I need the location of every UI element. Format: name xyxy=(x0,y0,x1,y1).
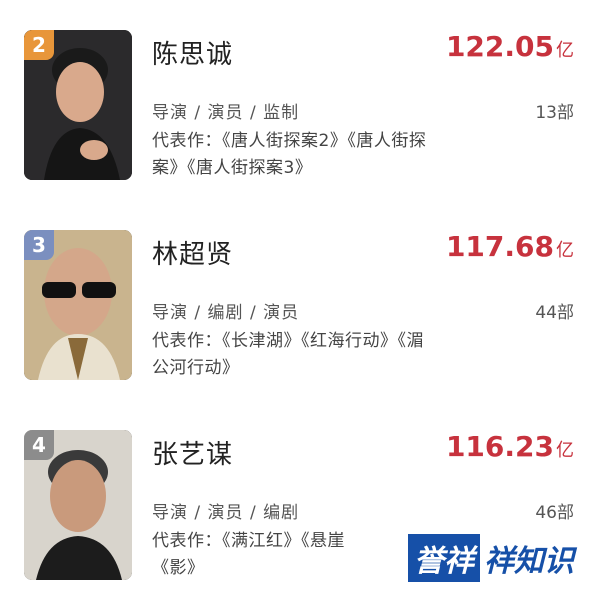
box-office-number: 122.05 xyxy=(445,30,554,63)
box-office-value: 122.05 亿 xyxy=(446,30,574,63)
director-photo: 4 xyxy=(24,430,132,580)
box-office-value: 117.68 亿 xyxy=(446,230,574,263)
director-name: 林超贤 xyxy=(152,240,234,270)
box-office-unit: 亿 xyxy=(556,440,574,461)
director-photo: 2 xyxy=(24,30,132,180)
director-card[interactable]: 2 陈思诚 122.05 亿 导演 / 演员 / 监制 13部 代表作：《唐人街探… xyxy=(0,20,600,210)
works-line: 案》《唐人街探案3》 xyxy=(152,158,313,178)
director-roles: 导演 / 演员 / 监制 xyxy=(152,103,300,123)
representative-works: 代表作：《长津湖》《红海行动》《湄 公河行动》 xyxy=(152,328,492,382)
rank-badge: 3 xyxy=(24,230,54,260)
director-card[interactable]: 3 林超贤 117.68 亿 导演 / 编剧 / 演员 44部 代表作：《长津湖》… xyxy=(0,220,600,410)
box-office-number: 117.68 xyxy=(445,230,554,263)
film-count: 13部 xyxy=(535,103,574,123)
works-line: 代表作：《长津湖》《红海行动》《湄 xyxy=(152,331,424,351)
representative-works: 代表作：《唐人街探案2》《唐人街探 案》《唐人街探案3》 xyxy=(152,128,492,182)
director-roles: 导演 / 编剧 / 演员 xyxy=(152,303,300,323)
rank-badge: 2 xyxy=(24,30,54,60)
watermark-box: 誉祥 xyxy=(408,534,480,582)
film-count: 46部 xyxy=(535,503,574,523)
watermark-logo: 誉祥 祥知识 xyxy=(408,532,584,584)
film-count: 44部 xyxy=(535,303,574,323)
box-office-unit: 亿 xyxy=(556,240,574,261)
box-office-number: 116.23 xyxy=(445,430,554,463)
director-name: 张艺谋 xyxy=(152,440,234,470)
box-office-value: 116.23 亿 xyxy=(446,430,574,463)
director-roles: 导演 / 演员 / 编剧 xyxy=(152,503,300,523)
watermark-text: 祥知识 xyxy=(484,544,574,579)
works-line: 代表作：《唐人街探案2》《唐人街探 xyxy=(152,131,427,151)
director-name: 陈思诚 xyxy=(152,40,234,70)
rank-badge: 4 xyxy=(24,430,54,460)
director-photo: 3 xyxy=(24,230,132,380)
box-office-unit: 亿 xyxy=(556,40,574,61)
works-line: 公河行动》 xyxy=(152,358,240,378)
